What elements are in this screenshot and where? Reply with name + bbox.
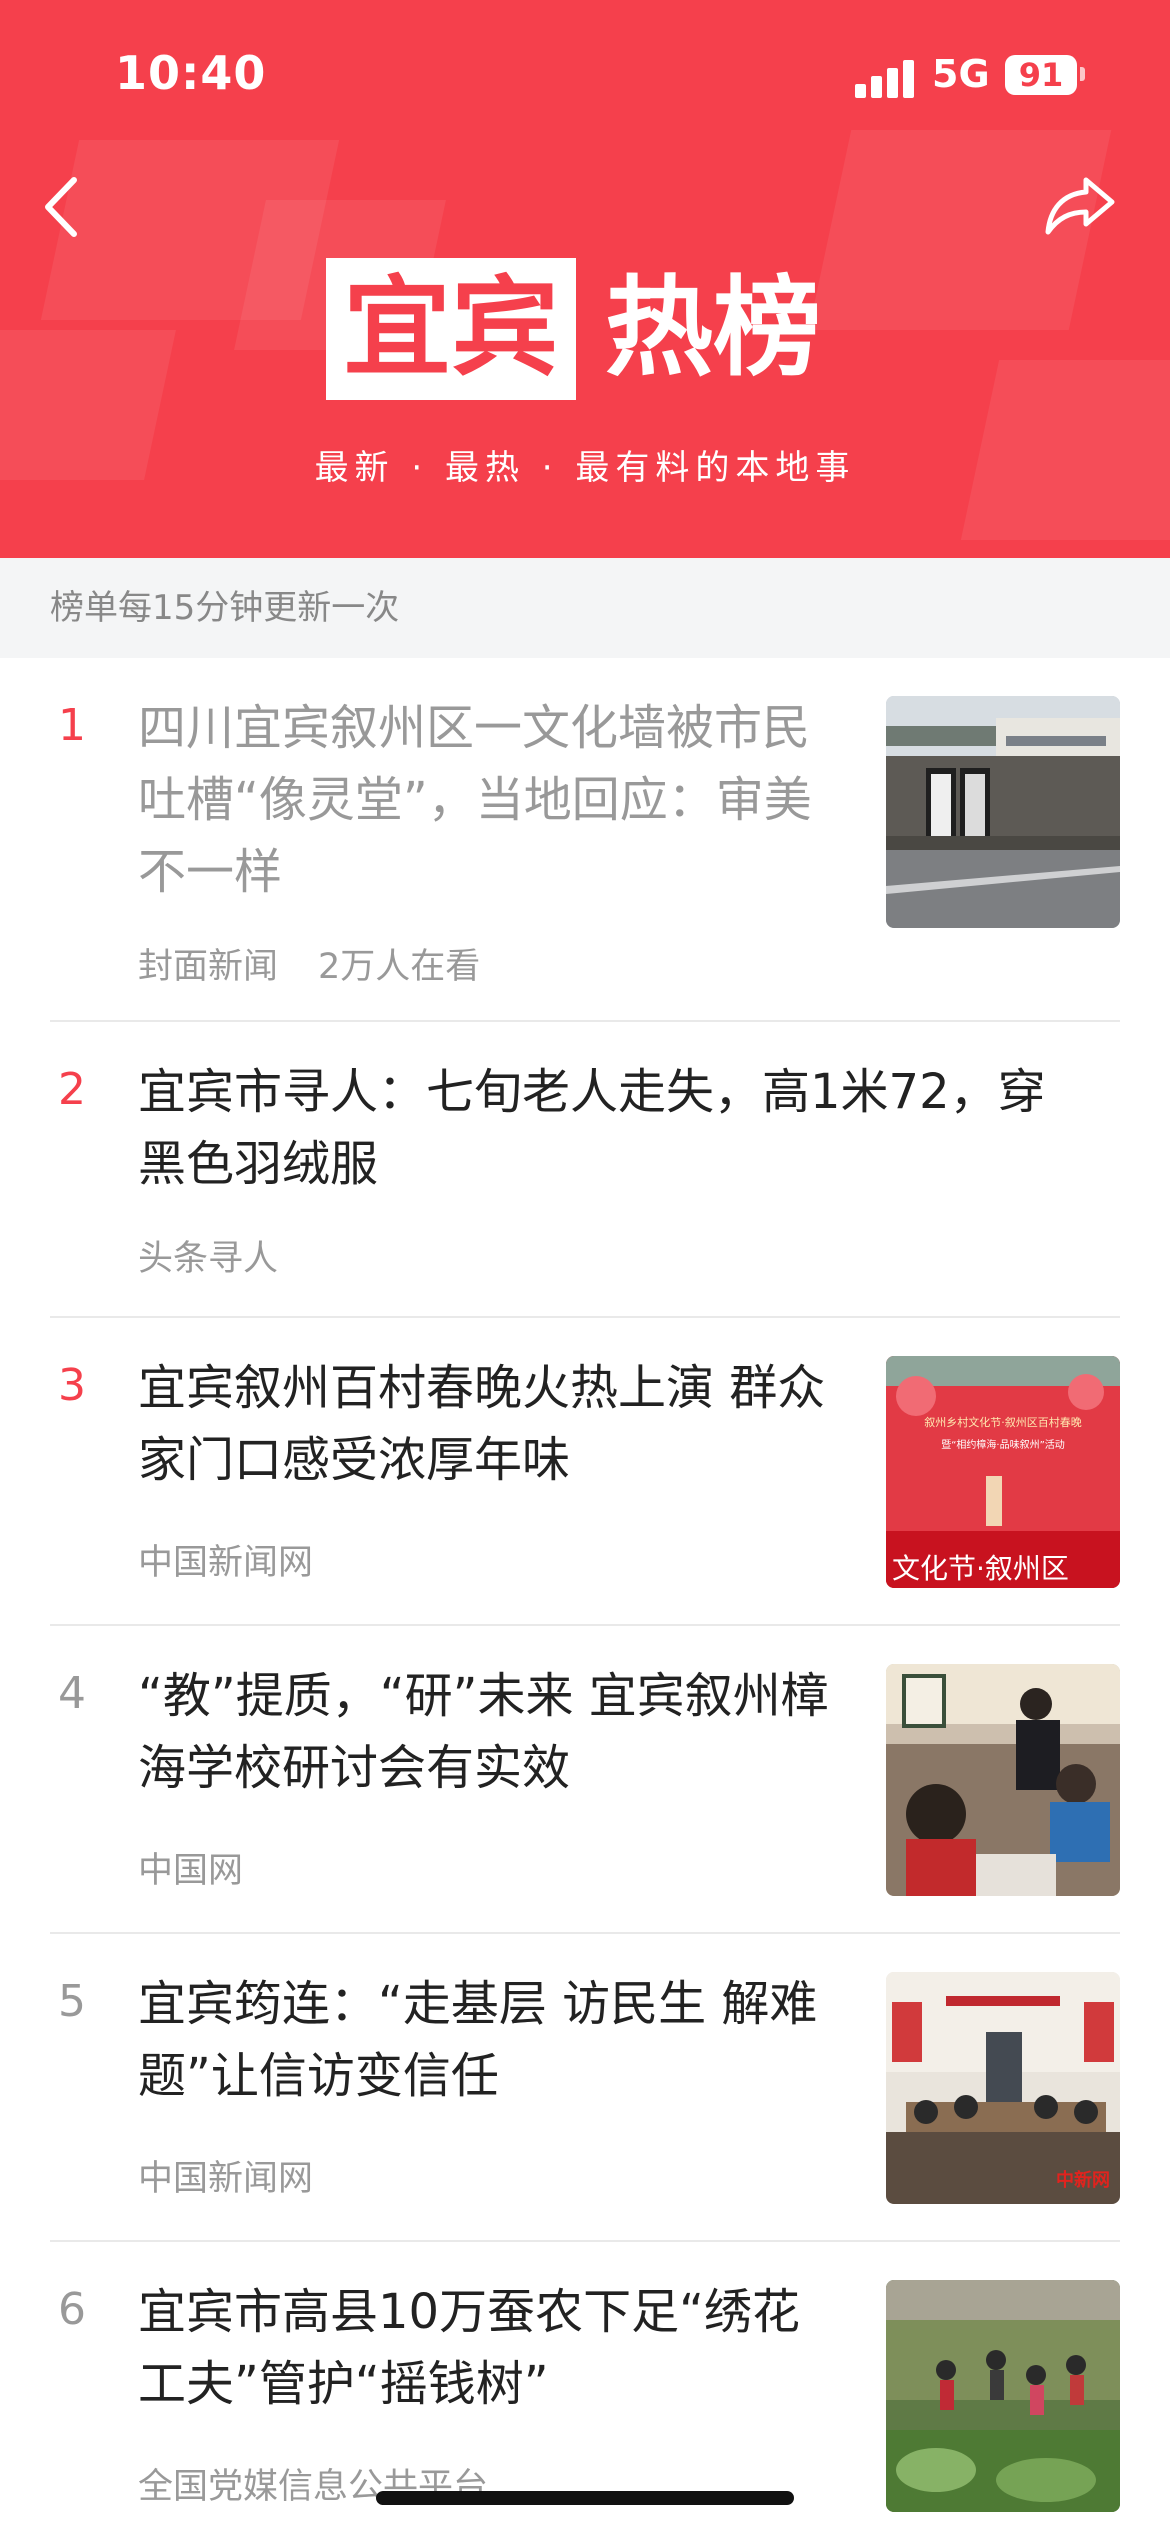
network-type: 5G	[932, 52, 990, 96]
logo-title-part1: 宜宾	[326, 258, 576, 400]
item-thumbnail[interactable]	[886, 696, 1120, 928]
item-source: 中国新闻网	[138, 2159, 314, 2199]
rank-number: 5	[58, 1976, 86, 2027]
item-thumbnail[interactable]	[886, 1664, 1120, 1896]
item-title[interactable]: “教”提质，“研”未来 宜宾叙州樟海学校研讨会有实效	[138, 1660, 838, 1804]
home-indicator[interactable]	[376, 2491, 794, 2505]
list-item[interactable]: 4 “教”提质，“研”未来 宜宾叙州樟海学校研讨会有实效 中国网	[0, 1626, 1170, 1934]
item-source: 头条寻人	[138, 1239, 279, 1279]
item-thumbnail[interactable]: 中新网	[886, 1972, 1120, 2204]
battery-tip	[1080, 67, 1085, 81]
share-icon[interactable]	[1040, 170, 1120, 240]
update-notice: 榜单每15分钟更新一次	[0, 558, 1170, 658]
item-source: 中国新闻网	[138, 1543, 314, 1583]
status-time: 10:40	[115, 46, 267, 100]
item-title[interactable]: 宜宾叙州百村春晚火热上演 群众家门口感受浓厚年味	[138, 1352, 838, 1496]
item-thumbnail[interactable]: 叙州乡村文化节·叙州区百村春晚 暨“相约樟海·品味叙州”活动 文化节·叙州区	[886, 1356, 1120, 1588]
thumb-bottom-text: 文化节·叙州区	[892, 1552, 1069, 1585]
rank-number: 1	[58, 700, 86, 751]
item-title[interactable]: 四川宜宾叙州区一文化墙被市民吐槽“像灵堂”，当地回应：审美不一样	[138, 692, 838, 908]
rank-number: 4	[58, 1668, 86, 1719]
logo-title-part2: 热榜	[604, 266, 821, 391]
list-item[interactable]: 3 宜宾叙州百村春晚火热上演 群众家门口感受浓厚年味 中国新闻网 叙州乡村文化节…	[0, 1318, 1170, 1626]
item-title[interactable]: 宜宾市高县10万蚕农下足“绣花工夫”管护“摇钱树”	[138, 2276, 838, 2420]
tagline: 最新 · 最热 · 最有料的本地事	[314, 448, 856, 488]
rank-number: 3	[58, 1360, 86, 1411]
back-icon[interactable]	[36, 172, 92, 242]
item-thumbnail[interactable]	[886, 2280, 1120, 2512]
list-item[interactable]: 2 宜宾市寻人：七旬老人走失，高1米72，穿黑色羽绒服 头条寻人	[0, 1022, 1170, 1318]
thumb-watermark: 中新网	[1056, 2169, 1110, 2191]
list-item[interactable]: 1 四川宜宾叙州区一文化墙被市民吐槽“像灵堂”，当地回应：审美不一样 封面新闻 2…	[0, 658, 1170, 1022]
rank-number: 6	[58, 2284, 86, 2335]
signal-icon	[855, 58, 915, 98]
item-source: 中国网	[138, 1851, 244, 1891]
thumb-banner-subtext: 暨“相约樟海·品味叙州”活动	[941, 1438, 1065, 1451]
item-title[interactable]: 宜宾筠连：“走基层 访民生 解难题”让信访变信任	[138, 1968, 838, 2112]
item-title[interactable]: 宜宾市寻人：七旬老人走失，高1米72，穿黑色羽绒服	[138, 1056, 1048, 1200]
item-source: 封面新闻 2万人在看	[138, 947, 481, 987]
rank-number: 2	[58, 1064, 86, 1115]
header-banner: 10:40 5G 91 宜宾 热榜 最新 · 最热 · 最有料的本地事	[0, 0, 1170, 558]
list-item[interactable]: 5 宜宾筠连：“走基层 访民生 解难题”让信访变信任 中国新闻网 中新网	[0, 1934, 1170, 2242]
list-item[interactable]: 6 宜宾市高县10万蚕农下足“绣花工夫”管护“摇钱树” 全国党媒信息公共平台	[0, 2242, 1170, 2532]
battery-icon: 91	[1005, 55, 1077, 95]
thumb-banner-text: 叙州乡村文化节·叙州区百村春晚	[924, 1415, 1082, 1429]
item-views: 2万人在看	[318, 947, 481, 987]
